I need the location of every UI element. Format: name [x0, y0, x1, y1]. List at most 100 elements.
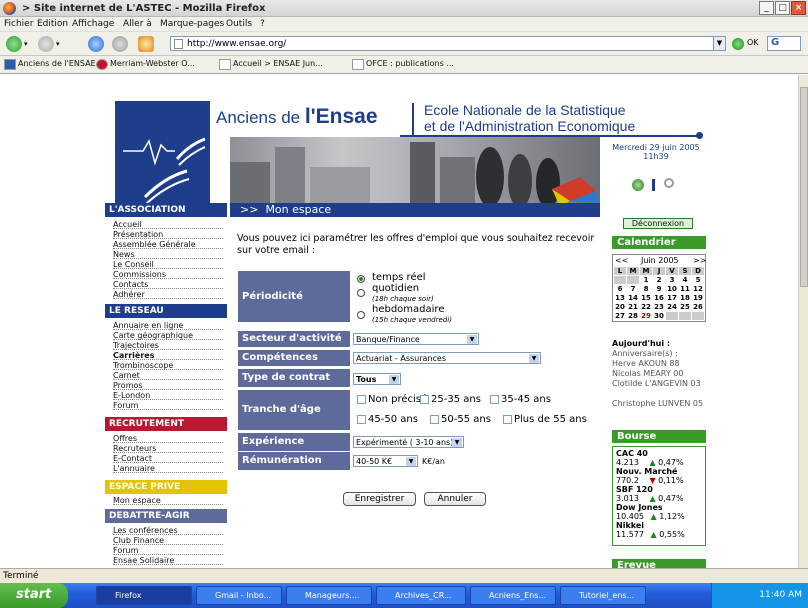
experience-select[interactable]: Expérimenté ( 3-10 ans) ▼	[353, 436, 464, 448]
search-icon[interactable]	[664, 178, 674, 188]
nav-trajectoires[interactable]: Trajectoires	[113, 341, 223, 350]
nav-club-finance[interactable]: Club Finance	[113, 536, 223, 545]
calendar-day[interactable]: 1	[639, 275, 653, 285]
save-button[interactable]: Enregistrer	[343, 492, 416, 506]
nav-news[interactable]: News	[113, 250, 223, 259]
logout-button[interactable]: Déconnexion	[623, 218, 693, 229]
task-acniens[interactable]: Acniens_Ens...	[470, 586, 556, 605]
bookmark-ofce[interactable]: OFCE : publications ...	[366, 59, 454, 68]
calendar-next[interactable]: >>	[693, 256, 706, 265]
calendar-day[interactable]: 27	[613, 311, 627, 321]
menu-marque-pages[interactable]: Marque-pages	[160, 19, 224, 29]
nav-trombinoscope[interactable]: Trombinoscope	[113, 361, 223, 370]
nav-carnet[interactable]: Carnet	[113, 371, 223, 380]
calendar-day[interactable]: 3	[665, 275, 679, 285]
page-scrollbar[interactable]	[798, 75, 808, 568]
checkbox-non-precise[interactable]	[357, 395, 366, 404]
close-button[interactable]: ×	[791, 1, 806, 15]
nav-recruteurs[interactable]: Recruteurs	[113, 444, 223, 453]
menu-help[interactable]: ?	[260, 19, 265, 29]
menu-aller[interactable]: Aller à	[123, 19, 152, 29]
checkbox-35-45[interactable]	[490, 395, 499, 404]
back-dropdown-icon[interactable]: ▾	[24, 40, 28, 48]
calendar-day[interactable]: 21	[626, 302, 640, 312]
calendar-day[interactable]: 20	[613, 302, 627, 312]
nav-econtact[interactable]: E-Contact	[113, 454, 223, 463]
menu-outils[interactable]: Outils	[226, 19, 252, 29]
url-bar[interactable]: http://www.ensae.org/ ▼	[170, 36, 726, 51]
nav-carte[interactable]: Carte géographique	[113, 331, 223, 340]
calendar-day[interactable]: 25	[678, 302, 692, 312]
calendar-day[interactable]: 24	[665, 302, 679, 312]
calendar-prev[interactable]: <<	[615, 256, 628, 265]
calendar-day[interactable]: 30	[652, 311, 666, 321]
bookmark-ensae[interactable]: Anciens de l'ENSAE	[18, 59, 96, 68]
nav-accueil[interactable]: Accueil	[113, 220, 223, 229]
calendar-day[interactable]: 11	[678, 284, 692, 294]
calendar-day[interactable]: 26	[691, 302, 705, 312]
nav-annuaire[interactable]: Annuaire en ligne	[113, 321, 223, 330]
stop-icon[interactable]	[112, 36, 128, 52]
radio-hebdomadaire[interactable]	[357, 311, 365, 319]
task-manageurs[interactable]: Manageurs....	[286, 586, 372, 605]
calendar-day[interactable]: 7	[626, 284, 640, 294]
calendar-day[interactable]: 15	[639, 293, 653, 303]
nav-elondon[interactable]: E-London	[113, 391, 223, 400]
calendar-day[interactable]: 5	[691, 275, 705, 285]
calendar-day[interactable]: 13	[613, 293, 627, 303]
task-gmail[interactable]: Gmail - Inbo...	[196, 586, 282, 605]
forward-dropdown-icon[interactable]: ▾	[56, 40, 60, 48]
nav-conferences[interactable]: Les conférences	[113, 526, 223, 535]
calendar-day[interactable]: 8	[639, 284, 653, 294]
nav-adherer[interactable]: Adhérer	[113, 290, 223, 299]
calendar-day[interactable]: 16	[652, 293, 666, 303]
task-firefox[interactable]: Firefox	[96, 586, 192, 605]
task-tutoriel[interactable]: Tutoriel_ens...	[560, 586, 646, 605]
secteur-select[interactable]: Banque/Finance ▼	[353, 333, 479, 345]
nav-carrieres[interactable]: Carrières	[113, 351, 223, 360]
reload-icon[interactable]	[88, 36, 104, 52]
nav-contacts[interactable]: Contacts	[113, 280, 223, 289]
calendar-day[interactable]: 17	[665, 293, 679, 303]
calendar-day[interactable]: 2	[652, 275, 666, 285]
calendar-day[interactable]: 14	[626, 293, 640, 303]
start-button[interactable]: start	[0, 583, 68, 608]
calendar-day[interactable]: 19	[691, 293, 705, 303]
calendar-day[interactable]: 9	[652, 284, 666, 294]
radio-quotidien[interactable]	[357, 289, 365, 297]
nav-lannuaire[interactable]: L'annuaire	[113, 464, 223, 473]
minimize-button[interactable]: _	[759, 1, 774, 15]
calendar-day[interactable]: 18	[678, 293, 692, 303]
checkbox-50-55[interactable]	[430, 415, 439, 424]
home-icon[interactable]	[138, 36, 154, 52]
scrollbar-thumb[interactable]	[800, 87, 808, 287]
nav-ensae-solidaire[interactable]: Ensae Solidaire	[113, 556, 223, 565]
nav-promos[interactable]: Promos	[113, 381, 223, 390]
calendar-day-today[interactable]: 29	[639, 311, 653, 321]
calendar-day[interactable]: 22	[639, 302, 653, 312]
checkbox-25-35[interactable]	[420, 395, 429, 404]
search-box[interactable]: G	[767, 36, 801, 51]
go-label[interactable]: OK	[747, 38, 759, 47]
competences-select[interactable]: Actuariat - Assurances ▼	[353, 352, 541, 364]
remuneration-select[interactable]: 40-50 K€ ▼	[353, 455, 418, 467]
globe-icon[interactable]	[632, 179, 644, 191]
calendar-day[interactable]: 28	[626, 311, 640, 321]
back-icon[interactable]	[6, 36, 22, 52]
checkbox-45-50[interactable]	[357, 415, 366, 424]
calendar-day[interactable]: 10	[665, 284, 679, 294]
menu-fichier[interactable]: Fichier	[4, 19, 33, 29]
url-dropdown-icon[interactable]: ▼	[713, 37, 725, 50]
nav-mon-espace[interactable]: Mon espace	[113, 496, 223, 505]
nav-forum-2[interactable]: Forum	[113, 546, 223, 555]
calendar-day[interactable]: 6	[613, 284, 627, 294]
nav-presentation[interactable]: Présentation	[113, 230, 223, 239]
nav-commissions[interactable]: Commissions	[113, 270, 223, 279]
calendar-day[interactable]: 4	[678, 275, 692, 285]
nav-forum[interactable]: Forum	[113, 401, 223, 410]
bookmark-merriam[interactable]: Merriam-Webster O...	[110, 59, 195, 68]
contrat-select[interactable]: Tous ▼	[353, 373, 401, 385]
bookmark-accueil[interactable]: Accueil > ENSAE Jun...	[233, 59, 323, 68]
radio-temps-reel[interactable]	[357, 275, 365, 283]
menu-edition[interactable]: Edition	[37, 19, 68, 29]
